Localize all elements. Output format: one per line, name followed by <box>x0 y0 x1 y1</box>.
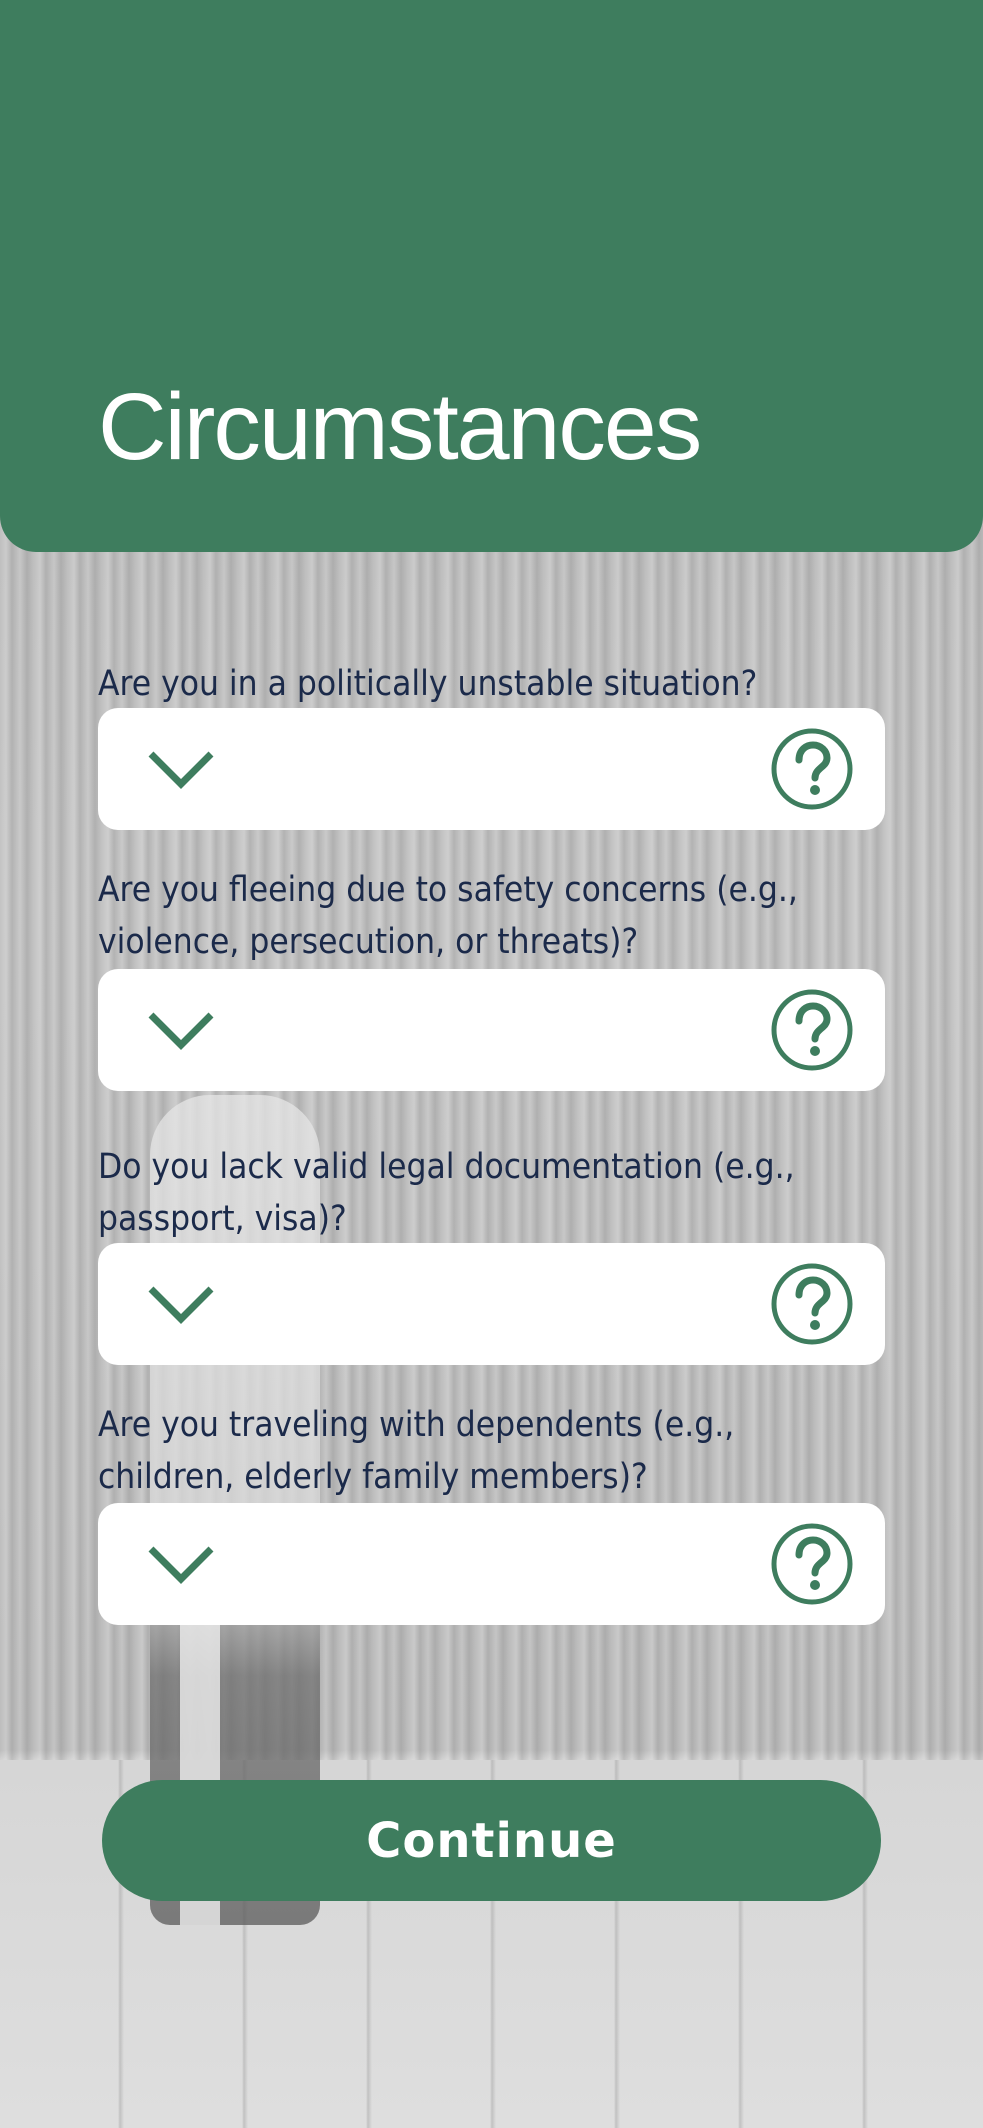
dropdown-political-instability[interactable] <box>98 708 885 830</box>
question-label-safety-concerns: Are you fleeing due to safety concerns (… <box>98 870 798 962</box>
chevron-down-icon <box>148 1012 214 1050</box>
chevron-down-icon <box>148 751 214 789</box>
page-title: Circumstances <box>98 374 702 480</box>
dropdown-safety-concerns[interactable] <box>98 969 885 1091</box>
dropdown-legal-documentation[interactable] <box>98 1243 885 1365</box>
page-header: Circumstances <box>0 0 983 552</box>
chevron-down-icon <box>148 1286 214 1324</box>
continue-button[interactable]: Continue <box>102 1780 881 1901</box>
question-label-dependents: Are you traveling with dependents (e.g.,… <box>98 1405 735 1497</box>
chevron-down-icon <box>148 1546 214 1584</box>
question-label-political-instability: Are you in a politically unstable situat… <box>98 664 758 704</box>
dropdown-dependents[interactable] <box>98 1503 885 1625</box>
help-circle-icon[interactable] <box>770 727 854 811</box>
question-label-legal-documentation: Do you lack valid legal documentation (e… <box>98 1147 795 1239</box>
help-circle-icon[interactable] <box>770 1262 854 1346</box>
help-circle-icon[interactable] <box>770 1522 854 1606</box>
help-circle-icon[interactable] <box>770 988 854 1072</box>
